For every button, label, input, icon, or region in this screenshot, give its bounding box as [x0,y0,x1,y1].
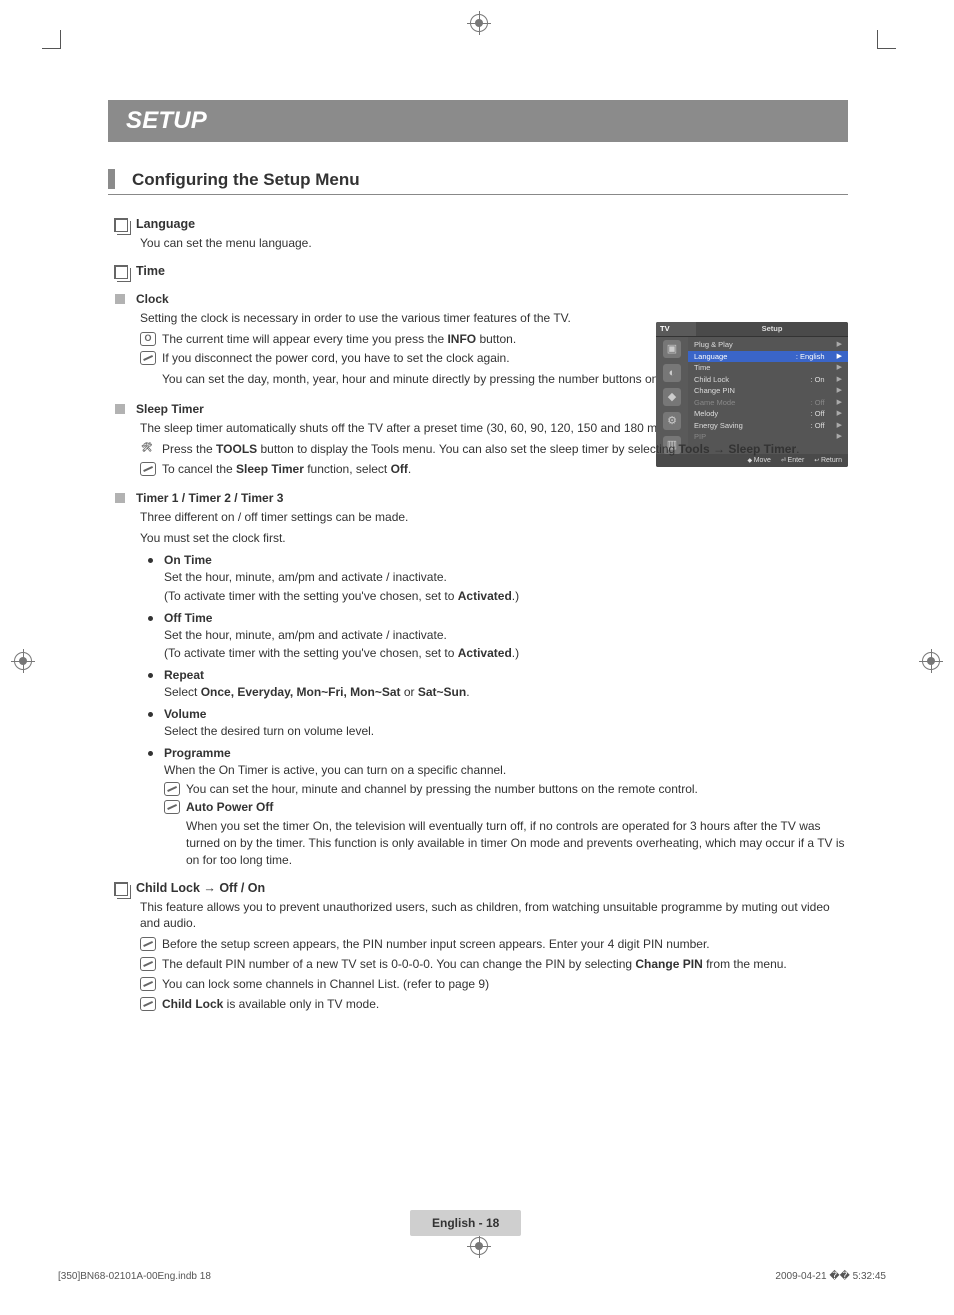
section-heading: Configuring the Setup Menu [108,170,848,190]
note: To cancel the Sleep Timer function, sele… [140,461,848,478]
sub-heading-child-lock: Child Lock → Off / On [112,881,848,895]
osd-row: Energy Saving: Off▶ [688,420,848,432]
note: OThe current time will appear every time… [140,331,848,348]
note: Auto Power Off [164,799,848,816]
body-text: When the On Timer is active, you can tur… [164,762,848,779]
body-text: Three different on / off timer settings … [140,509,848,526]
body-text: Set the hour, minute, am/pm and activate… [164,569,848,586]
note: You can lock some channels in Channel Li… [140,976,848,993]
note: Before the setup screen appears, the PIN… [140,936,848,953]
osd-row: Change PIN▶ [688,385,848,397]
note: Child Lock is available only in TV mode. [140,996,848,1013]
note: The default PIN number of a new TV set i… [140,956,848,973]
chapter-heading: SETUP [108,100,848,142]
note-icon [140,997,156,1011]
note-icon [140,462,156,476]
registration-mark-left [14,652,32,670]
sub-item-timers: Timer 1 / Timer 2 / Timer 3 [112,491,848,505]
square-bullet-icon [115,493,125,503]
bullet-repeat: Repeat [148,668,848,682]
note-icon [164,782,180,796]
checkbox-icon [114,265,128,279]
body-text: You must set the clock first. [140,530,848,547]
body-text: You can set the menu language. [140,235,848,252]
bullet-programme: Programme [148,746,848,760]
note: 🛠Press the TOOLS button to display the T… [140,441,848,458]
body-text: Select Once, Everyday, Mon~Fri, Mon~Sat … [164,684,848,701]
registration-mark-right [922,652,940,670]
sub-heading-language: Language [112,217,848,231]
checkbox-icon [114,218,128,232]
page-number-badge: English - 18 [410,1210,521,1236]
body-text: Select the desired turn on volume level. [164,723,848,740]
bullet-on-time: On Time [148,553,848,567]
body-text: (To activate timer with the setting you'… [164,588,848,605]
crop-mark [42,30,61,49]
note-icon [140,957,156,971]
checkbox-icon [114,882,128,896]
note: You can set the hour, minute and channel… [164,781,848,798]
tools-icon: 🛠 [140,442,154,454]
body-text: Set the hour, minute, am/pm and activate… [164,627,848,644]
heading-rule [108,194,848,195]
note-icon [140,937,156,951]
square-bullet-icon [115,294,125,304]
osd-row: Child Lock: On▶ [688,374,848,386]
registration-mark-top [470,14,488,32]
note-icon [164,800,180,814]
sub-item-clock: Clock [112,292,848,306]
bullet-volume: Volume [148,707,848,721]
footer-filename: [350]BN68-02101A-00Eng.indb 18 [58,1271,211,1282]
footer-timestamp: 2009-04-21 �� 5:32:45 [775,1271,886,1282]
body-text: This feature allows you to prevent unaut… [140,899,848,933]
page-content: SETUP Configuring the Setup Menu TV Setu… [108,100,848,1015]
remote-icon: O [140,332,156,346]
sub-item-sleep-timer: Sleep Timer [112,402,848,416]
crop-mark [877,30,896,49]
registration-mark-bottom [470,1237,488,1255]
note-icon [140,977,156,991]
bullet-off-time: Off Time [148,611,848,625]
body-text: (To activate timer with the setting you'… [164,645,848,662]
note-icon [140,351,156,365]
body-text: When you set the timer On, the televisio… [186,818,848,868]
note: If you disconnect the power cord, you ha… [140,350,848,367]
square-bullet-icon [115,404,125,414]
sub-heading-time: Time [112,264,848,278]
